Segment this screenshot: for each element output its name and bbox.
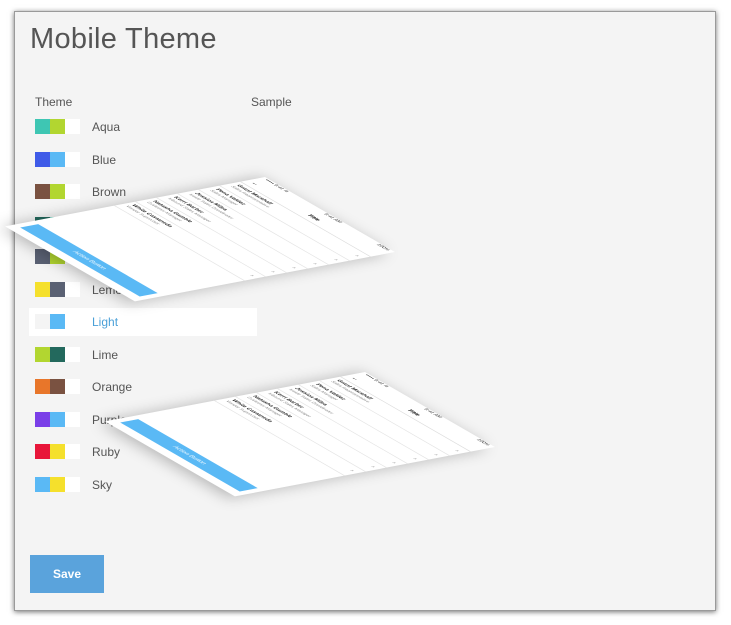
swatch-color-2 bbox=[50, 281, 65, 297]
swatch-color-2 bbox=[50, 379, 65, 394]
swatch-color-1 bbox=[35, 184, 50, 199]
theme-option-aqua[interactable]: Aqua bbox=[29, 113, 257, 141]
theme-label: Brown bbox=[92, 185, 127, 199]
mobile-theme-dialog: Mobile Theme Theme Sample AquaBlueBrownF… bbox=[5, 11, 716, 611]
theme-swatch bbox=[35, 314, 80, 329]
swatch-color-3 bbox=[65, 314, 80, 329]
swatch-color-1 bbox=[35, 119, 50, 134]
theme-swatch bbox=[35, 476, 80, 492]
theme-label: Blue bbox=[92, 152, 117, 167]
theme-swatch bbox=[35, 281, 80, 297]
theme-swatch bbox=[35, 379, 80, 394]
page-title: Mobile Theme bbox=[30, 23, 217, 55]
swatch-color-1 bbox=[35, 411, 50, 427]
sample-column-header: Sample bbox=[251, 95, 292, 109]
swatch-color-2 bbox=[50, 411, 65, 427]
save-button[interactable]: Save bbox=[30, 555, 104, 593]
swatch-color-2 bbox=[50, 476, 65, 492]
swatch-color-1 bbox=[35, 151, 50, 167]
theme-label: Orange bbox=[92, 380, 133, 394]
swatch-color-2 bbox=[50, 184, 65, 199]
swatch-color-3 bbox=[65, 119, 80, 134]
theme-label: Lime bbox=[92, 347, 119, 362]
theme-swatch bbox=[35, 411, 80, 427]
theme-swatch bbox=[35, 346, 80, 362]
swatch-color-3 bbox=[65, 281, 80, 297]
swatch-color-3 bbox=[65, 444, 80, 459]
swatch-color-1 bbox=[35, 346, 50, 362]
swatch-color-1 bbox=[35, 314, 50, 329]
theme-swatch bbox=[35, 444, 80, 459]
theme-label: Sky bbox=[92, 477, 113, 492]
swatch-color-3 bbox=[65, 379, 80, 394]
swatch-color-1 bbox=[35, 281, 50, 297]
swatch-color-3 bbox=[65, 184, 80, 199]
swatch-color-3 bbox=[65, 476, 80, 492]
theme-label: Ruby bbox=[92, 445, 121, 459]
swatch-color-3 bbox=[65, 411, 80, 427]
swatch-color-3 bbox=[65, 151, 80, 167]
theme-option-light[interactable]: Light bbox=[29, 308, 257, 336]
swatch-color-2 bbox=[50, 151, 65, 167]
theme-label: Aqua bbox=[92, 120, 121, 134]
theme-label: Light bbox=[92, 315, 119, 329]
theme-option-blue[interactable]: Blue bbox=[29, 146, 257, 174]
swatch-color-2 bbox=[50, 444, 65, 459]
theme-swatch bbox=[35, 119, 80, 134]
theme-option-lime[interactable]: Lime bbox=[29, 341, 257, 369]
swatch-color-1 bbox=[35, 444, 50, 459]
swatch-color-3 bbox=[65, 346, 80, 362]
swatch-color-2 bbox=[50, 346, 65, 362]
swatch-color-2 bbox=[50, 119, 65, 134]
theme-column-header: Theme bbox=[35, 95, 73, 109]
theme-swatch bbox=[35, 184, 80, 199]
swatch-color-1 bbox=[35, 476, 50, 492]
theme-swatch bbox=[35, 151, 80, 167]
swatch-color-1 bbox=[35, 379, 50, 394]
swatch-color-2 bbox=[50, 314, 65, 329]
theme-option-orange[interactable]: Orange bbox=[29, 373, 257, 401]
